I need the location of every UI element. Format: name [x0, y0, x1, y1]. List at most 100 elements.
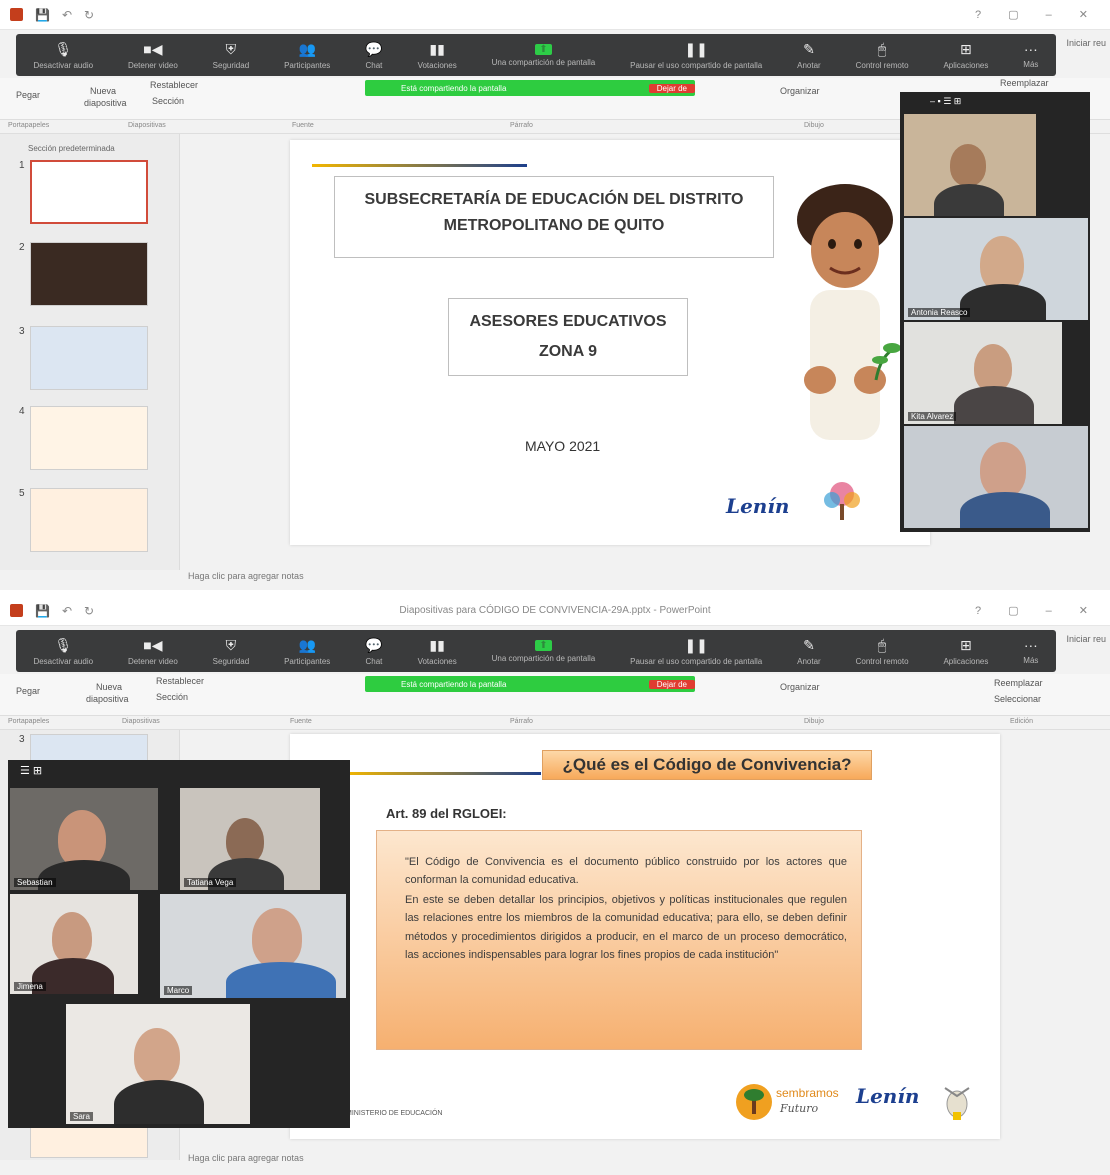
- reset-button[interactable]: Restablecer: [156, 676, 204, 686]
- group-font: Fuente: [292, 122, 314, 129]
- redo-icon[interactable]: ↻: [84, 8, 94, 22]
- pause-share-button[interactable]: ❚❚ Pausar el uso compartido de pantalla: [630, 41, 762, 70]
- zoom-video-gallery[interactable]: ☰ ⊞ Sebastian Tatiana Vega Jimena Marco …: [8, 760, 350, 1128]
- mute-audio-button[interactable]: 🎙 Desactivar audio: [33, 637, 93, 666]
- stop-video-button[interactable]: ■◀ Detener video: [128, 637, 178, 666]
- zoom-toolbar: 🎙 Desactivar audio ■◀ Detener video ⛨ Segur…: [16, 630, 1056, 672]
- slide-thumbnail-4[interactable]: [30, 406, 148, 470]
- start-meeting-link[interactable]: Iniciar reu: [1066, 634, 1106, 644]
- screenshot-bottom: 💾 ↶ ↻ Diapositivas para CÓDIGO DE CONVIV…: [0, 596, 1110, 1175]
- poll-icon: ▮▮: [429, 40, 445, 57]
- polls-button[interactable]: ▮▮ Votaciones: [418, 41, 457, 70]
- slide-thumbnail-5[interactable]: [30, 488, 148, 552]
- chat-button[interactable]: 💬 Chat: [365, 637, 382, 666]
- new-slide-button-label[interactable]: diapositiva: [84, 98, 127, 108]
- slide-canvas[interactable]: SUBSECRETARÍA DE EDUCACIÓN DEL DISTRITO …: [290, 140, 930, 545]
- stop-share-button[interactable]: Dejar de: [648, 83, 695, 93]
- microphone-icon: 🎙: [54, 40, 73, 57]
- participant-name: Marco: [164, 986, 193, 995]
- more-button[interactable]: ··· Más: [1023, 41, 1038, 69]
- new-share-button[interactable]: ⬆ Una compartición de pantalla: [492, 43, 595, 67]
- save-icon[interactable]: 💾: [35, 8, 50, 22]
- paste-button[interactable]: Pegar: [16, 90, 40, 100]
- remote-control-button[interactable]: 🖱 Control remoto: [856, 41, 909, 70]
- new-share-button[interactable]: ⬆ Una compartición de pantalla: [492, 639, 595, 663]
- video-tile[interactable]: Sebastian: [10, 788, 158, 890]
- paste-button[interactable]: Pegar: [16, 686, 40, 696]
- title-box[interactable]: SUBSECRETARÍA DE EDUCACIÓN DEL DISTRITO …: [334, 176, 774, 258]
- gallery-view-icons[interactable]: – ▪ ☰ ⊞: [930, 96, 961, 107]
- apps-button[interactable]: ⊞ Aplicaciones: [943, 41, 988, 70]
- video-tile[interactable]: Marco: [160, 894, 346, 998]
- section-button[interactable]: Sección: [152, 96, 184, 106]
- child-with-plant-image: [797, 184, 901, 440]
- video-tile[interactable]: [904, 426, 1088, 528]
- video-camera-icon: ■◀: [143, 40, 163, 57]
- microphone-icon: 🎙: [54, 636, 73, 653]
- select-button[interactable]: Seleccionar: [994, 694, 1041, 704]
- annotate-button[interactable]: ✎ Anotar: [797, 41, 821, 70]
- quick-access-toolbar: 💾 ↶ ↻: [10, 8, 94, 22]
- video-tile[interactable]: Antonia Reasco: [904, 218, 1088, 320]
- slide-thumbnail-3[interactable]: [30, 326, 148, 390]
- tree-logo-icon: [824, 482, 860, 520]
- advisors-box[interactable]: ASESORES EDUCATIVOS ZONA 9: [448, 298, 688, 376]
- replace-button[interactable]: Reemplazar: [1000, 78, 1049, 88]
- slide-title[interactable]: ¿Qué es el Código de Convivencia?: [542, 750, 872, 780]
- video-tile[interactable]: Tatiana Vega: [180, 788, 320, 890]
- window-controls[interactable]: ? ▢ – ✕: [975, 604, 1100, 617]
- slide-thumbnail-2[interactable]: [30, 242, 148, 306]
- participants-button[interactable]: 👥 Participantes: [284, 41, 330, 70]
- section-button[interactable]: Sección: [156, 692, 188, 702]
- video-tile[interactable]: [904, 114, 1036, 216]
- apps-icon: ⊞: [960, 636, 972, 653]
- arrange-button[interactable]: Organizar: [780, 682, 820, 692]
- group-font: Fuente: [290, 718, 312, 725]
- mute-audio-button[interactable]: 🎙 Desactivar audio: [33, 41, 93, 70]
- gallery-view-icons[interactable]: ☰ ⊞: [20, 764, 42, 777]
- polls-button[interactable]: ▮▮ Votaciones: [418, 637, 457, 666]
- window-controls[interactable]: ? ▢ – ✕: [975, 8, 1100, 21]
- stop-video-button[interactable]: ■◀ Detener video: [128, 41, 178, 70]
- new-slide-button[interactable]: Nueva: [96, 682, 122, 692]
- reset-button[interactable]: Restablecer: [150, 80, 198, 90]
- replace-button[interactable]: Reemplazar: [994, 678, 1043, 688]
- zoom-video-gallery[interactable]: – ▪ ☰ ⊞ Antonia Reasco Kita Alvarez: [900, 92, 1090, 532]
- pause-share-button[interactable]: ❚❚ Pausar el uso compartido de pantalla: [630, 637, 762, 666]
- notes-placeholder[interactable]: Haga clic para agregar notas: [188, 571, 304, 581]
- remote-control-button[interactable]: 🖱 Control remoto: [856, 637, 909, 666]
- undo-icon[interactable]: ↶: [62, 8, 72, 22]
- advisors-line2: ZONA 9: [538, 343, 598, 360]
- quote-box[interactable]: "El Código de Convivencia es el document…: [376, 830, 862, 1050]
- quote-paragraph-2: En este se deben detallar los principios…: [405, 894, 847, 961]
- powerpoint-titlebar: 💾 ↶ ↻ Diapositivas para CÓDIGO DE CONVIV…: [0, 596, 1110, 626]
- article-heading: Art. 89 del RGLOEI:: [386, 806, 507, 821]
- video-tile[interactable]: Sara: [66, 1004, 250, 1124]
- annotate-button[interactable]: ✎ Anotar: [797, 637, 821, 666]
- video-tile[interactable]: Kita Alvarez: [904, 322, 1062, 424]
- section-name[interactable]: Sección predeterminada: [28, 144, 115, 153]
- advisors-line1: ASESORES EDUCATIVOS: [469, 313, 667, 330]
- remote-control-icon: 🖱: [877, 40, 887, 57]
- slide-canvas[interactable]: ¿Qué es el Código de Convivencia? Art. 8…: [290, 734, 1000, 1139]
- start-meeting-link[interactable]: Iniciar reu: [1066, 38, 1106, 48]
- new-slide-button-label[interactable]: diapositiva: [86, 694, 129, 704]
- video-tile[interactable]: Jimena: [10, 894, 138, 994]
- chat-button[interactable]: 💬 Chat: [365, 41, 382, 70]
- new-slide-button[interactable]: Nueva: [90, 86, 116, 96]
- video-camera-icon: ■◀: [143, 636, 163, 653]
- stop-share-button[interactable]: Dejar de: [648, 679, 695, 689]
- window-title: Diapositivas para CÓDIGO DE CONVIVENCIA-…: [399, 605, 711, 616]
- accent-line: [346, 772, 541, 775]
- security-button[interactable]: ⛨ Seguridad: [213, 41, 249, 70]
- more-icon: ···: [1023, 41, 1038, 57]
- slide-date: MAYO 2021: [525, 438, 601, 454]
- apps-button[interactable]: ⊞ Aplicaciones: [943, 637, 988, 666]
- pause-icon: ❚❚: [684, 636, 708, 653]
- security-button[interactable]: ⛨ Seguridad: [213, 637, 249, 666]
- participants-button[interactable]: 👥 Participantes: [284, 637, 330, 666]
- notes-placeholder[interactable]: Haga clic para agregar notas: [188, 1153, 304, 1163]
- more-button[interactable]: ··· Más: [1023, 637, 1038, 665]
- arrange-button[interactable]: Organizar: [780, 86, 820, 96]
- slide-thumbnail-1[interactable]: [30, 160, 148, 224]
